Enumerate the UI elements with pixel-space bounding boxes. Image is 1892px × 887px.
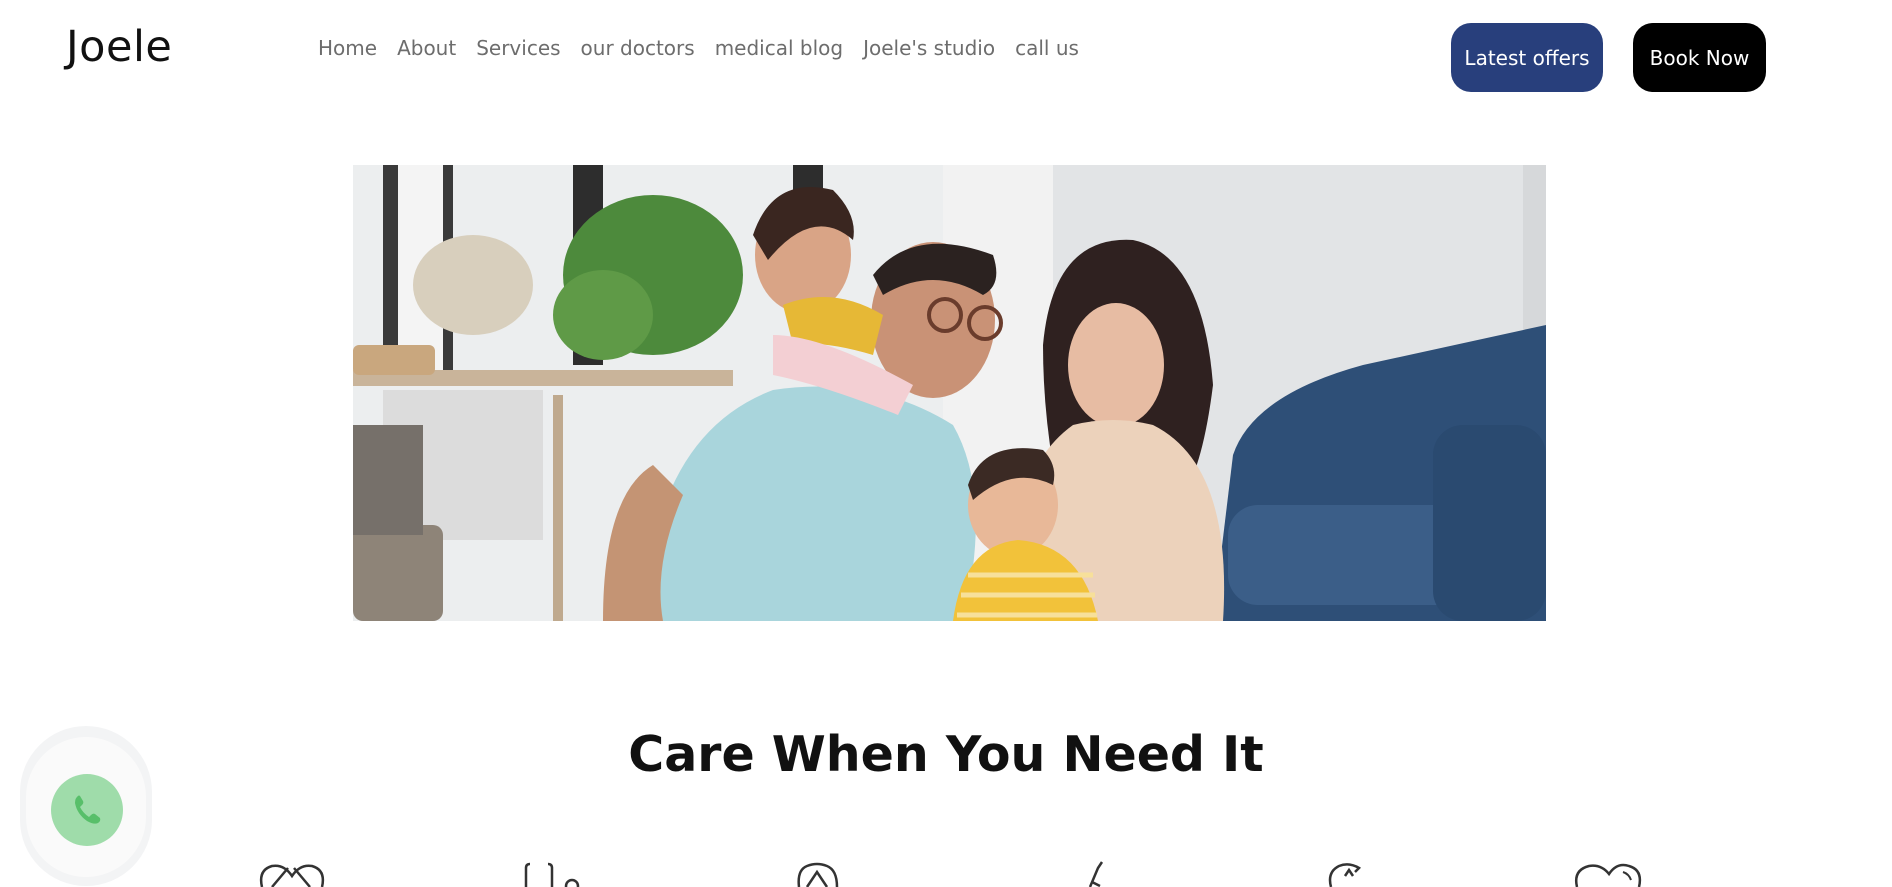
family-photo xyxy=(353,165,1546,621)
main-nav: Home About Services our doctors medical … xyxy=(318,36,1099,60)
whatsapp-button[interactable] xyxy=(51,774,123,846)
tooth-icon[interactable] xyxy=(795,860,841,887)
book-now-button[interactable]: Book Now xyxy=(1633,23,1766,92)
latest-offers-button[interactable]: Latest offers xyxy=(1451,23,1603,92)
nav-our-doctors[interactable]: our doctors xyxy=(581,36,695,60)
nav-medical-blog[interactable]: medical blog xyxy=(715,36,843,60)
stethoscope-icon[interactable] xyxy=(522,860,582,887)
brain-icon[interactable] xyxy=(1325,860,1365,887)
services-icon-row xyxy=(0,860,1892,887)
nav-call-us[interactable]: call us xyxy=(1015,36,1079,60)
hero-image xyxy=(353,165,1546,621)
nav-home[interactable]: Home xyxy=(318,36,377,60)
nav-studio[interactable]: Joele's studio xyxy=(863,36,995,60)
section-headline: Care When You Need It xyxy=(628,725,1264,783)
site-logo[interactable]: Joele xyxy=(66,22,172,72)
nav-about[interactable]: About xyxy=(397,36,456,60)
heart-icon[interactable] xyxy=(1573,860,1643,887)
syringe-icon[interactable] xyxy=(1080,860,1110,887)
nav-services[interactable]: Services xyxy=(476,36,560,60)
heart-pulse-icon[interactable] xyxy=(258,860,326,887)
whatsapp-phone-icon xyxy=(75,795,101,824)
page: Joele Home About Services our doctors me… xyxy=(0,0,1892,887)
